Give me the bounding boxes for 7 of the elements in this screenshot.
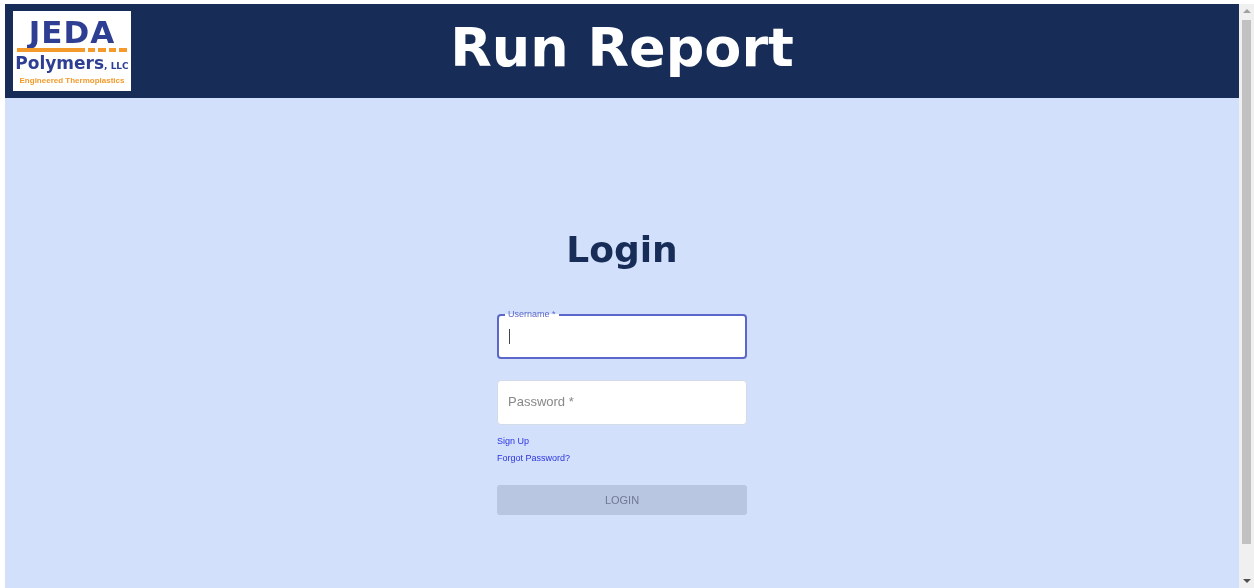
page-title: Run Report (450, 16, 794, 79)
text-link[interactable]: Sign Up (497, 434, 530, 448)
company-logo: JEDA Polymers, LLC Engineered Thermoplastics (13, 11, 131, 91)
scrollbar[interactable] (1239, 4, 1254, 588)
text-link[interactable]: Forgot Password? (497, 451, 571, 465)
login-heading: Login (565, 230, 679, 270)
input-field[interactable]: Password * (497, 380, 747, 425)
